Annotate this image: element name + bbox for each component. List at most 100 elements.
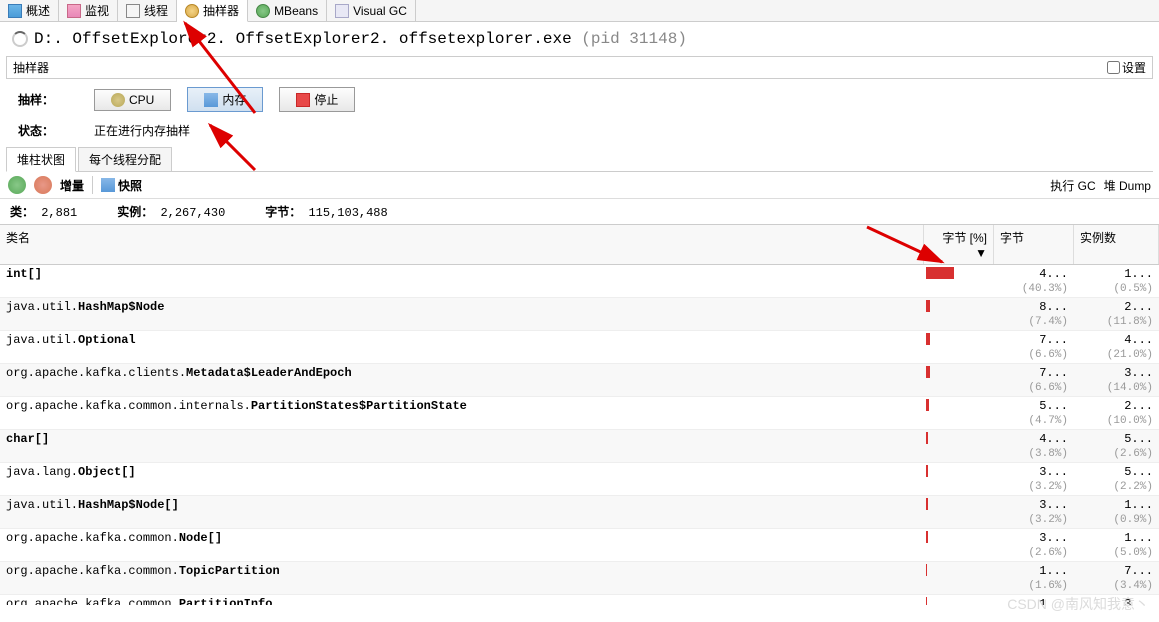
table-row[interactable]: char[] 4... (3.8%)5... (2.6%) — [0, 430, 1159, 463]
snapshot-icon — [101, 178, 115, 192]
gc-button[interactable]: 执行 GC — [1050, 177, 1095, 194]
delta-button[interactable]: 增量 — [60, 177, 84, 194]
sample-label: 抽样： — [18, 91, 78, 108]
table-row[interactable]: java.util.Optional7... (6.6%)4... (21.0%… — [0, 331, 1159, 364]
cell-bytes: 3... (3.2%) — [994, 496, 1074, 528]
cell-bytes: 1... (1.6%) — [994, 562, 1074, 594]
cell-classname: java.util.Optional — [0, 331, 924, 363]
table-row[interactable]: java.util.HashMap$Node8... (7.4%)2... (1… — [0, 298, 1159, 331]
top-tabs: 概述 监视线程抽样器 MBeans Visual GC — [0, 0, 1159, 22]
stat-instances: 实例： 2,267,430 — [117, 203, 225, 220]
controls-panel: 抽样： CPU 内存 停止 状态： 正在进行内存抽样 — [0, 79, 1159, 147]
cell-bytes: 4... (3.8%) — [994, 430, 1074, 462]
table-row[interactable]: org.apache.kafka.common.internals.Partit… — [0, 397, 1159, 430]
tab-overview[interactable]: 概述 — [0, 0, 59, 21]
table-row[interactable]: org.apache.kafka.clients.Metadata$Leader… — [0, 364, 1159, 397]
cell-bytes: 7... (6.6%) — [994, 364, 1074, 396]
thread-icon — [126, 4, 140, 18]
cell-bytes: 7... (6.6%) — [994, 331, 1074, 363]
cell-bar — [924, 595, 994, 605]
tab-thread[interactable]: 线程 — [118, 0, 177, 21]
cell-bytes: 3... (2.6%) — [994, 529, 1074, 561]
sub-tab[interactable]: 每个线程分配 — [78, 147, 172, 171]
toolbar-separator — [92, 176, 93, 194]
cell-bytes: 3... (3.2%) — [994, 463, 1074, 495]
title-text: D:. OffsetExplorer2. OffsetExplorer2. of… — [34, 30, 687, 48]
cell-instances: 2... (10.0%) — [1074, 397, 1159, 429]
col-classname[interactable]: 类名 — [0, 225, 924, 264]
cell-instances: 1... (0.5%) — [1074, 265, 1159, 297]
cell-classname: char[] — [0, 430, 924, 462]
sample-row: 抽样： CPU 内存 停止 — [18, 87, 1141, 112]
cell-classname: org.apache.kafka.common.internals.Partit… — [0, 397, 924, 429]
stop-button[interactable]: 停止 — [279, 87, 355, 112]
sub-tab[interactable]: 堆柱状图 — [6, 147, 76, 172]
toolbar-right: 执行 GC 堆 Dump — [1050, 177, 1151, 194]
title-bar: D:. OffsetExplorer2. OffsetExplorer2. of… — [0, 22, 1159, 56]
delta-label: 增量 — [60, 177, 84, 194]
cpu-button[interactable]: CPU — [94, 89, 171, 111]
cell-instances: 1... (5.0%) — [1074, 529, 1159, 561]
table-body[interactable]: int[]4... (40.3%)1... (0.5%)java.util.Ha… — [0, 265, 1159, 605]
watermark: CSDN @南风知我意丶 — [1007, 594, 1149, 614]
status-text: 正在进行内存抽样 — [94, 122, 190, 139]
col-instances[interactable]: 实例数 — [1074, 225, 1159, 264]
status-row: 状态： 正在进行内存抽样 — [18, 122, 1141, 139]
tab-gc[interactable]: Visual GC — [327, 0, 416, 21]
stop-button-label: 停止 — [314, 91, 338, 108]
stats-row: 类： 2,881 实例： 2,267,430 字节： 115,103,488 — [0, 199, 1159, 224]
cell-classname: org.apache.kafka.common.Node[] — [0, 529, 924, 561]
col-bytes[interactable]: 字节 — [994, 225, 1074, 264]
refresh-icon[interactable] — [8, 176, 26, 194]
cell-bar — [924, 364, 994, 396]
cpu-icon — [111, 93, 125, 107]
sampler-icon — [185, 4, 199, 18]
settings-checkbox[interactable]: 设置 — [1107, 59, 1146, 76]
memory-button-label: 内存 — [222, 91, 246, 108]
tab-label: MBeans — [274, 4, 318, 18]
overview-icon — [8, 4, 22, 18]
table-row[interactable]: org.apache.kafka.common.PartitionInfo1..… — [0, 595, 1159, 605]
tab-monitor[interactable]: 监视 — [59, 0, 118, 21]
snapshot-label: 快照 — [118, 177, 142, 194]
cell-classname: java.lang.Object[] — [0, 463, 924, 495]
table-row[interactable]: java.lang.Object[]3... (3.2%)5... (2.2%) — [0, 463, 1159, 496]
stat-classes: 类： 2,881 — [10, 203, 77, 220]
snapshot-button[interactable]: 快照 — [101, 177, 142, 194]
cell-bar — [924, 397, 994, 429]
auto-refresh-icon[interactable] — [34, 176, 52, 194]
tab-label: 监视 — [85, 2, 109, 19]
tab-sampler[interactable]: 抽样器 — [177, 0, 248, 22]
title-pid: (pid 31148) — [581, 30, 687, 48]
cell-instances: 5... (2.6%) — [1074, 430, 1159, 462]
cell-classname: org.apache.kafka.clients.Metadata$Leader… — [0, 364, 924, 396]
mbeans-icon — [256, 4, 270, 18]
table-row[interactable]: org.apache.kafka.common.TopicPartition 1.… — [0, 562, 1159, 595]
cell-bar — [924, 496, 994, 528]
cell-classname: java.util.HashMap$Node[] — [0, 496, 924, 528]
status-label: 状态： — [18, 122, 78, 139]
cell-bar — [924, 331, 994, 363]
settings-checkbox-input[interactable] — [1107, 61, 1120, 74]
stop-icon — [296, 93, 310, 107]
heap-table: 类名 字节 [%] ▼ 字节 实例数 int[]4... (40.3%)1...… — [0, 224, 1159, 605]
cell-instances: 2... (11.8%) — [1074, 298, 1159, 330]
spinner-icon — [12, 31, 28, 47]
cell-bar — [924, 529, 994, 561]
cell-classname: org.apache.kafka.common.TopicPartition — [0, 562, 924, 594]
heap-dump-button[interactable]: 堆 Dump — [1104, 177, 1151, 194]
col-bytes-pct[interactable]: 字节 [%] ▼ — [924, 225, 994, 264]
cell-bytes: 5... (4.7%) — [994, 397, 1074, 429]
toolbar-left: 增量 快照 — [8, 176, 142, 194]
memory-button[interactable]: 内存 — [187, 87, 263, 112]
cell-bytes: 4... (40.3%) — [994, 265, 1074, 297]
table-row[interactable]: int[] 4... (40.3%)1... (0.5%) — [0, 265, 1159, 298]
table-row[interactable]: org.apache.kafka.common.Node[] 3... (2.6%… — [0, 529, 1159, 562]
tab-mbeans[interactable]: MBeans — [248, 0, 327, 21]
tab-label: Visual GC — [353, 4, 407, 18]
cell-instances: 3... (14.0%) — [1074, 364, 1159, 396]
toolbar: 增量 快照 执行 GC 堆 Dump — [0, 172, 1159, 199]
table-row[interactable]: java.util.HashMap$Node[]3... (3.2%)1... … — [0, 496, 1159, 529]
title-path: D:. OffsetExplorer2. OffsetExplorer2. of… — [34, 30, 572, 48]
cell-classname: int[] — [0, 265, 924, 297]
